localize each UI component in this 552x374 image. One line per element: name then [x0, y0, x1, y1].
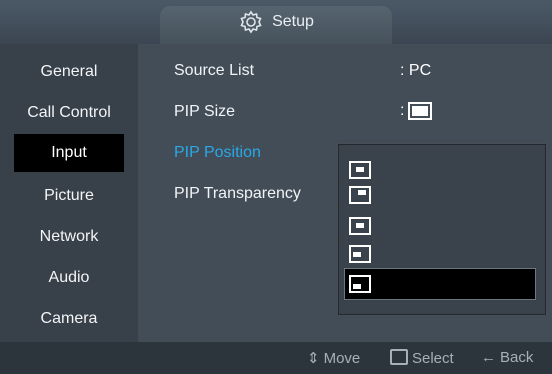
title-bar: Setup	[0, 0, 552, 45]
setting-pip-transparency[interactable]: PIP Transparency	[174, 185, 301, 203]
source-list-value: : PC	[400, 62, 432, 79]
pip-position-option-top-right[interactable]	[345, 180, 535, 210]
pip-size-value: :	[400, 102, 433, 120]
setting-pip-position[interactable]: PIP Position	[174, 144, 261, 162]
pip-top-left-icon	[349, 161, 371, 179]
sidebar-item-label: Picture	[44, 186, 94, 204]
back-label: Back	[500, 349, 534, 366]
gear-icon	[240, 10, 262, 34]
back-hint: ← Back	[481, 349, 533, 366]
sidebar-item-label: General	[40, 62, 98, 80]
pip-position-option-bottom-left[interactable]	[344, 268, 536, 300]
pip-center-icon	[349, 217, 371, 235]
move-hint: ⇕ Move	[307, 349, 360, 367]
sidebar-item-audio[interactable]: Audio	[0, 257, 138, 298]
select-hint: Select	[390, 349, 454, 367]
pip-bottom-right-icon	[349, 245, 371, 263]
pip-size-colon: :	[400, 102, 405, 120]
up-down-arrows-icon: ⇕	[307, 350, 320, 367]
sidebar-item-label: Network	[39, 227, 99, 245]
back-arrow-icon: ←	[481, 349, 496, 366]
sidebar-item-camera[interactable]: Camera	[0, 298, 138, 339]
pip-top-right-icon	[349, 186, 371, 204]
sidebar-item-label: Audio	[48, 268, 90, 286]
sidebar-item-network[interactable]: Network	[0, 216, 138, 257]
sidebar-item-label: Camera	[40, 309, 98, 327]
select-label: Select	[412, 350, 454, 367]
pip-position-option-bottom-right[interactable]	[345, 239, 535, 269]
sidebar-item-call-control[interactable]: Call Control	[0, 92, 138, 133]
setting-source-list[interactable]: Source List	[174, 62, 254, 80]
setting-pip-size[interactable]: PIP Size	[174, 103, 235, 121]
pip-position-dropdown	[338, 144, 546, 315]
page-title: Setup	[272, 13, 314, 30]
sidebar-item-picture[interactable]: Picture	[0, 175, 138, 216]
pip-position-option-center[interactable]	[345, 211, 535, 241]
sidebar: General Call Control Input Picture Netwo…	[0, 44, 138, 342]
enter-icon	[390, 349, 408, 365]
sidebar-item-label: Input	[51, 144, 87, 161]
sidebar-item-input[interactable]: Input	[14, 134, 124, 172]
sidebar-item-label: Call Control	[27, 103, 111, 121]
sidebar-item-general[interactable]: General	[0, 51, 138, 92]
setup-screen: Setup General Call Control Input Picture…	[0, 0, 552, 374]
footer-bar: ⇕ Move Select ← Back	[0, 342, 552, 374]
pip-bottom-left-icon	[349, 275, 371, 293]
move-label: Move	[323, 350, 361, 367]
pip-size-icon	[408, 102, 433, 120]
